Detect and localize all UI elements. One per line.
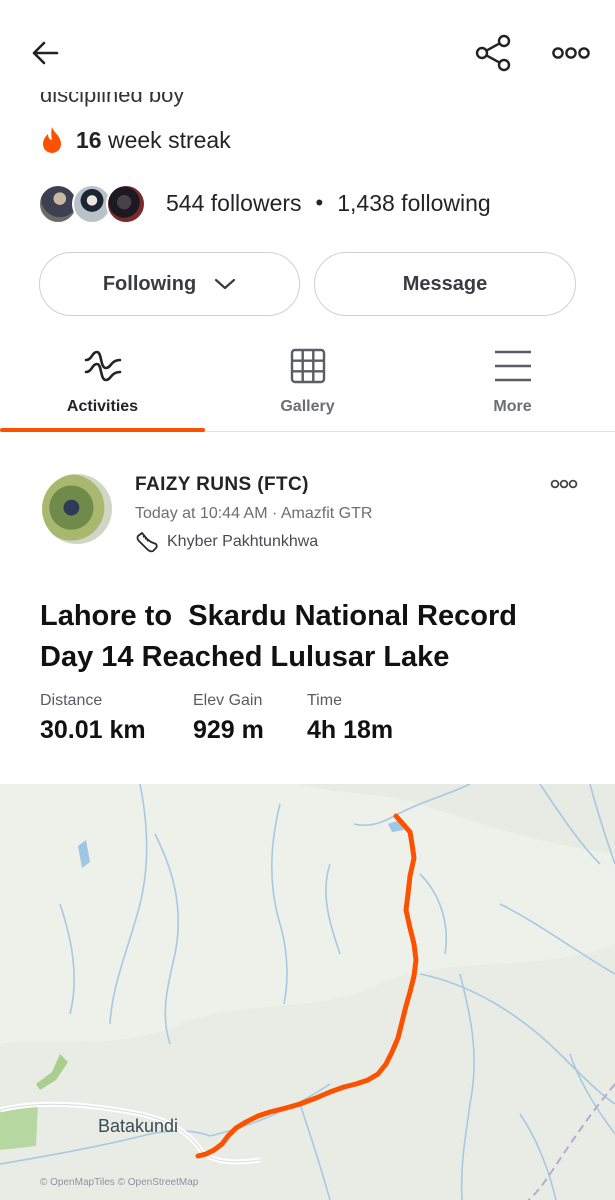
map-place-label: Batakundi	[98, 1116, 179, 1136]
avatar	[106, 184, 146, 224]
stat-time: Time 4h 18m	[307, 692, 393, 745]
athlete-name[interactable]: FAIZY RUNS (FTC)	[135, 474, 309, 496]
grid-icon	[290, 348, 325, 384]
stat-value: 30.01 km	[40, 716, 146, 744]
following-button-label: Following	[102, 272, 197, 295]
flame-icon	[43, 127, 61, 153]
profile-tabs: Activities Gallery More	[0, 330, 615, 432]
share-icon	[475, 34, 511, 72]
more-dots-icon	[550, 479, 578, 489]
tab-label: Activities	[66, 398, 139, 415]
stat-value: 4h 18m	[307, 716, 394, 744]
stat-value: 929 m	[193, 716, 264, 744]
map-graphic	[0, 784, 615, 1200]
tab-activities[interactable]: Activities	[0, 330, 205, 432]
active-tab-indicator	[0, 428, 205, 432]
stat-label: Distance	[40, 692, 103, 709]
stat-elev-gain: Elev Gain 929 m	[193, 692, 264, 745]
back-button[interactable]	[22, 30, 68, 76]
streak-count: 16	[76, 126, 102, 153]
top-app-bar	[0, 0, 615, 92]
stat-distance: Distance 30.01 km	[40, 692, 146, 745]
activity-location: Khyber Pakhtunkhwa	[135, 530, 318, 554]
activity-title[interactable]: Lahore to Skardu National Record Day 14 …	[40, 596, 580, 678]
stat-label: Time	[307, 692, 342, 709]
following-button[interactable]: Following	[39, 252, 300, 316]
tab-gallery[interactable]: Gallery	[205, 330, 410, 432]
message-button[interactable]: Message	[314, 252, 576, 316]
tab-label: More	[493, 398, 532, 415]
more-dots-icon	[552, 47, 590, 59]
tab-more[interactable]: More	[410, 330, 615, 432]
shoe-icon	[136, 532, 158, 553]
athlete-avatar[interactable]	[42, 474, 112, 544]
activity-meta: Today at 10:44 AM · Amazfit GTR	[135, 505, 373, 522]
message-button-label: Message	[402, 272, 488, 295]
map-attribution[interactable]: © OpenMapTiles © OpenStreetMap	[40, 1177, 198, 1188]
week-streak: 16 week streak	[40, 126, 231, 154]
location-label: Khyber Pakhtunkhwa	[167, 533, 319, 550]
menu-lines-icon	[494, 350, 531, 382]
more-options-button[interactable]	[546, 30, 596, 76]
streak-unit: week streak	[107, 126, 231, 153]
followers-count-link[interactable]: 544 followers	[166, 190, 302, 217]
back-arrow-icon	[32, 41, 59, 65]
follower-avatars[interactable]	[38, 182, 150, 224]
share-button[interactable]	[468, 28, 518, 78]
activity-pulse-icon	[84, 350, 121, 382]
following-count-link[interactable]: 1,438 following	[337, 190, 490, 217]
followers-row: 544 followers • 1,438 following	[38, 180, 491, 226]
activity-more-button[interactable]	[546, 472, 582, 496]
chevron-down-icon	[215, 278, 236, 290]
separator-dot: •	[315, 190, 324, 215]
tab-label: Gallery	[280, 398, 335, 415]
stat-label: Elev Gain	[193, 692, 263, 709]
route-map[interactable]	[0, 784, 615, 1200]
